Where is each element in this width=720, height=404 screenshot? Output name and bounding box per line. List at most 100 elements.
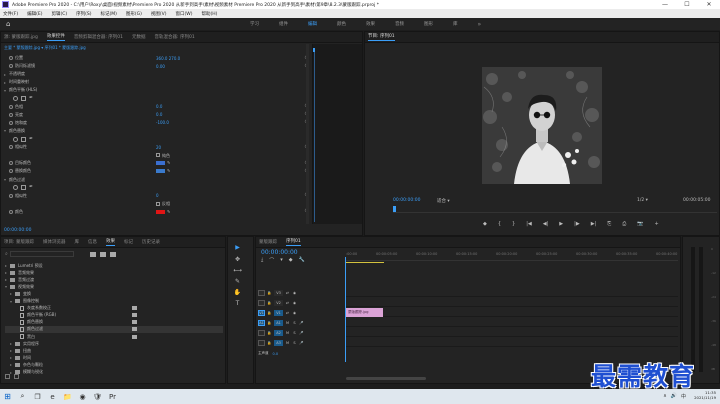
effect-timecode[interactable]: 00:00:00:00 bbox=[4, 228, 31, 233]
effect-value[interactable]: 0.00 bbox=[156, 64, 165, 69]
track-target[interactable]: A1 bbox=[274, 319, 283, 326]
windows-start-icon[interactable]: ⊞ bbox=[0, 389, 15, 404]
track-select-tool-icon[interactable]: ✥ bbox=[233, 256, 242, 263]
voiceover-icon[interactable]: 🎤 bbox=[299, 341, 304, 345]
tray-expand-icon[interactable]: ∧ bbox=[663, 393, 667, 400]
hand-tool-icon[interactable]: ✋ bbox=[233, 289, 242, 296]
stopwatch-icon[interactable] bbox=[9, 112, 13, 117]
search-icon[interactable]: ⌕ bbox=[15, 389, 30, 404]
reverse-checkbox[interactable] bbox=[156, 201, 160, 206]
settings-wrench-icon[interactable]: 🔧 bbox=[299, 257, 305, 264]
32bit-effects-icon[interactable] bbox=[99, 251, 106, 257]
solo-icon[interactable]: S bbox=[292, 321, 297, 325]
program-playhead[interactable] bbox=[393, 206, 396, 212]
effects-tab-1[interactable]: 效果控件 bbox=[46, 33, 65, 41]
menu-view[interactable]: 视图(V) bbox=[151, 11, 167, 17]
button-editor-icon[interactable]: + bbox=[654, 221, 658, 227]
file-explorer-icon[interactable]: 📁 bbox=[60, 389, 75, 404]
effect-row-6[interactable]: 色相 bbox=[4, 103, 23, 111]
add-marker-icon[interactable]: ◆ bbox=[483, 221, 487, 227]
ellipse-mask-icon[interactable] bbox=[13, 96, 18, 101]
type-tool-icon[interactable]: T bbox=[233, 300, 242, 307]
mark-in-icon[interactable]: { bbox=[498, 221, 501, 227]
go-to-in-icon[interactable]: |◀ bbox=[526, 221, 532, 227]
master-volume[interactable]: 0.0 bbox=[273, 352, 279, 356]
target-color-swatch[interactable] bbox=[156, 161, 165, 166]
effects-tree-item[interactable]: ▸ 杂色与颗粒 bbox=[5, 361, 223, 368]
track-target[interactable]: V1 bbox=[274, 309, 283, 316]
stopwatch-icon[interactable] bbox=[9, 56, 13, 60]
rectangle-mask-icon[interactable] bbox=[21, 96, 26, 101]
ime-icon[interactable]: 中 bbox=[681, 393, 686, 400]
minimize-button[interactable]: — bbox=[654, 1, 676, 8]
app-icon[interactable]: ◉ bbox=[75, 389, 90, 404]
snap-icon[interactable]: ⌒ bbox=[269, 257, 274, 264]
effects-tab-0[interactable]: 源: 蒙版跟踪.jpg bbox=[4, 34, 38, 40]
track-target[interactable]: V2 bbox=[274, 299, 283, 306]
filter-color-eyedropper-icon[interactable]: ✎ bbox=[167, 209, 170, 214]
sync-icon[interactable]: ⇄ bbox=[285, 291, 290, 295]
track-lane-a1[interactable] bbox=[345, 318, 678, 327]
track-lane-v3[interactable] bbox=[345, 288, 678, 297]
project-tab-0[interactable]: 项目: 蒙版跟踪 bbox=[4, 239, 34, 245]
work-area-bar[interactable] bbox=[346, 262, 384, 263]
project-tab-5[interactable]: 标记 bbox=[124, 239, 133, 245]
stopwatch-icon[interactable] bbox=[9, 64, 13, 69]
premiere-pro-icon[interactable]: Pr bbox=[105, 389, 120, 404]
effects-tab-2[interactable]: 音频剪辑混合器: 序列01 bbox=[74, 34, 123, 40]
effect-row-11[interactable]: 相似性 bbox=[4, 143, 27, 151]
project-tab-1[interactable]: 媒体浏览器 bbox=[43, 239, 66, 245]
effects-tree-item[interactable]: ▸ 时间 bbox=[5, 354, 223, 361]
effect-row-8[interactable]: 饱和度 bbox=[4, 119, 27, 127]
track-lane-a2[interactable] bbox=[345, 328, 678, 337]
stopwatch-icon[interactable] bbox=[9, 161, 13, 166]
source-patch[interactable]: A1 bbox=[258, 319, 265, 326]
home-icon[interactable]: ⌂ bbox=[6, 20, 14, 28]
effect-row-4[interactable]: ▾ 颜色平衡 (HLS) bbox=[4, 86, 37, 94]
maximize-button[interactable]: ☐ bbox=[676, 1, 698, 8]
source-patch[interactable] bbox=[258, 299, 265, 306]
sync-icon[interactable]: ⇄ bbox=[285, 311, 290, 315]
effect-playhead[interactable] bbox=[314, 52, 315, 222]
effect-row-19[interactable]: 颜色 bbox=[4, 208, 23, 216]
eye-icon[interactable]: ◉ bbox=[292, 291, 297, 295]
stopwatch-icon[interactable] bbox=[9, 145, 13, 150]
effect-value[interactable]: 0 bbox=[156, 193, 159, 198]
filter-color-swatch[interactable] bbox=[156, 209, 165, 214]
effect-value[interactable]: 0.0 bbox=[156, 112, 162, 117]
workspace-tab-2[interactable]: 编辑 bbox=[308, 21, 317, 28]
program-scrubber[interactable] bbox=[393, 206, 717, 213]
stopwatch-icon[interactable] bbox=[9, 209, 13, 214]
effects-tree-item[interactable]: ▸ Lumetri 预设 bbox=[5, 262, 223, 269]
pen-mask-icon[interactable]: ✒ bbox=[29, 136, 34, 142]
effect-row-13[interactable]: 目标颜色 bbox=[4, 159, 31, 167]
timeline-scroll-thumb[interactable] bbox=[346, 377, 426, 380]
go-to-out-icon[interactable]: ▶| bbox=[591, 221, 597, 227]
effects-tree-item[interactable]: 黑白 bbox=[5, 333, 223, 340]
workspace-tab-0[interactable]: 学习 bbox=[250, 21, 259, 28]
track-target[interactable]: A2 bbox=[274, 329, 283, 336]
effects-tree-item[interactable]: 颜色替换 bbox=[5, 319, 223, 326]
edge-browser-icon[interactable]: e bbox=[45, 389, 60, 404]
effect-row-15[interactable]: ▾ 颜色过滤 bbox=[4, 176, 25, 184]
mark-out-icon[interactable]: } bbox=[512, 221, 515, 227]
timeline-ruler[interactable]: :00:00 00:00:05:00 00:00:10:00 00:00:15:00 0… bbox=[346, 249, 678, 261]
lock-icon[interactable]: 🔒 bbox=[267, 331, 272, 335]
track-target[interactable]: V3 bbox=[274, 289, 283, 296]
effect-row-2[interactable]: ▸ 不透明度 bbox=[4, 70, 25, 78]
timeline-tab-0[interactable]: 蒙版跟踪 bbox=[259, 239, 277, 245]
effects-tree-item[interactable]: 颜色平衡 (RGB) bbox=[5, 312, 223, 319]
pen-tool-icon[interactable]: ✎ bbox=[233, 278, 242, 285]
effect-row-0[interactable]: 位置 bbox=[4, 54, 23, 62]
track-lane-v1[interactable] bbox=[345, 308, 678, 317]
lock-icon[interactable]: 🔒 bbox=[267, 321, 272, 325]
effects-tree-item[interactable]: 颜色过滤 bbox=[5, 325, 223, 333]
workspace-tab-3[interactable]: 颜色 bbox=[337, 21, 346, 28]
menu-markers[interactable]: 标记(M) bbox=[101, 11, 117, 17]
effect-row-9[interactable]: ▾ 颜色替换 bbox=[4, 127, 25, 135]
effect-value[interactable]: -100.0 bbox=[156, 120, 169, 125]
effect-value[interactable]: 0.0 bbox=[156, 104, 162, 109]
eye-icon[interactable]: ◉ bbox=[292, 301, 297, 305]
menu-help[interactable]: 帮助(H) bbox=[201, 11, 217, 17]
replace-color-eyedropper-icon[interactable]: ✎ bbox=[167, 168, 170, 173]
